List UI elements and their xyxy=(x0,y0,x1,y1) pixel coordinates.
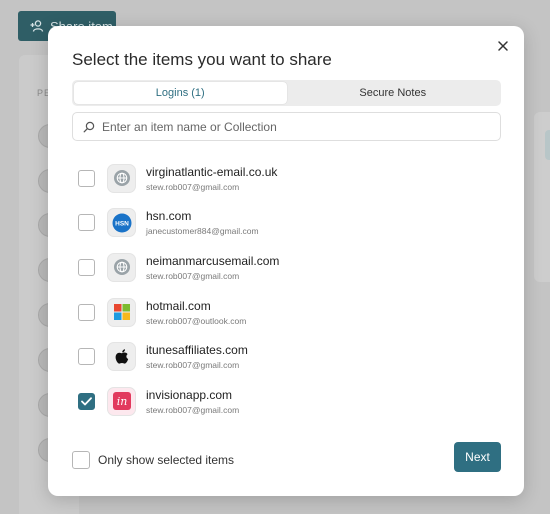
globe-icon xyxy=(107,252,136,282)
item-checkbox[interactable] xyxy=(78,348,95,366)
add-person-icon xyxy=(30,20,44,32)
invision-logo-text: in xyxy=(116,395,127,408)
search-icon xyxy=(83,121,95,132)
item-checkbox[interactable] xyxy=(78,303,95,321)
share-items-modal: Select the items you want to share Login… xyxy=(48,26,524,496)
item-username: janecustomer884@gmail.com xyxy=(146,226,259,237)
item-name: neimanmarcusemail.com xyxy=(146,253,280,268)
hsn-logo-icon: HSN xyxy=(107,208,136,238)
invision-logo-icon: in xyxy=(107,386,136,416)
search-box xyxy=(72,112,501,141)
item-type-tabs: Logins (1) Secure Notes xyxy=(72,80,501,106)
modal-title: Select the items you want to share xyxy=(72,50,332,69)
item-username: stew.rob007@gmail.com xyxy=(146,360,240,371)
list-item[interactable]: itunesaffiliates.com stew.rob007@gmail.c… xyxy=(78,334,498,379)
item-username: stew.rob007@gmail.com xyxy=(146,270,240,281)
item-checkbox[interactable] xyxy=(78,258,95,276)
hsn-logo-text: HSN xyxy=(115,220,129,227)
item-name: virginatlantic-email.co.uk xyxy=(146,164,278,179)
item-list: virginatlantic-email.co.uk stew.rob007@g… xyxy=(78,156,498,424)
background-chip xyxy=(545,130,550,160)
item-name: hsn.com xyxy=(146,209,192,224)
list-item[interactable]: neimanmarcusemail.com stew.rob007@gmail.… xyxy=(78,245,498,290)
only-selected-checkbox[interactable] xyxy=(72,451,90,469)
tab-secure-notes[interactable]: Secure Notes xyxy=(287,82,500,104)
item-username: stew.rob007@gmail.com xyxy=(146,404,240,415)
item-username: stew.rob007@outlook.com xyxy=(146,315,247,326)
list-item[interactable]: hotmail.com stew.rob007@outlook.com xyxy=(78,290,498,335)
search-input[interactable] xyxy=(102,119,482,134)
item-name: hotmail.com xyxy=(146,298,211,313)
list-item[interactable]: virginatlantic-email.co.uk stew.rob007@g… xyxy=(78,156,498,201)
item-name: itunesaffiliates.com xyxy=(146,343,248,358)
item-username: stew.rob007@gmail.com xyxy=(146,181,240,192)
microsoft-logo-icon xyxy=(107,297,136,327)
tab-logins[interactable]: Logins (1) xyxy=(74,82,287,104)
list-item[interactable]: in invisionapp.com stew.rob007@gmail.com xyxy=(78,379,498,424)
checkmark-icon xyxy=(81,397,92,406)
item-name: invisionapp.com xyxy=(146,387,233,402)
list-item[interactable]: HSN hsn.com janecustomer884@gmail.com xyxy=(78,201,498,246)
globe-icon xyxy=(107,163,136,193)
only-selected-label: Only show selected items xyxy=(98,453,235,467)
next-button[interactable]: Next xyxy=(454,442,501,472)
only-selected-toggle[interactable]: Only show selected items xyxy=(72,451,234,469)
apple-logo-icon xyxy=(107,342,136,372)
close-icon xyxy=(498,41,508,51)
item-checkbox[interactable] xyxy=(78,169,95,187)
item-checkbox[interactable] xyxy=(78,392,95,410)
close-button[interactable] xyxy=(496,39,510,53)
item-checkbox[interactable] xyxy=(78,214,95,232)
